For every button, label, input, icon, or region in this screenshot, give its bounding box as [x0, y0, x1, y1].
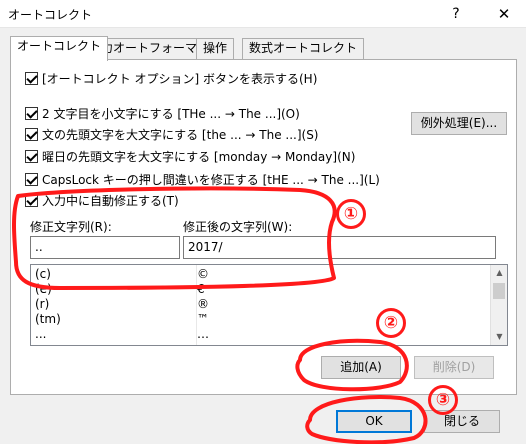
list-item[interactable]: (c) ©	[31, 267, 491, 282]
option-capitalize-days[interactable]: 曜日の先頭文字を大文字にする [monday → Monday](N)	[25, 147, 355, 165]
entry-from: (r)	[35, 297, 50, 311]
option-show-buttons[interactable]: [オートコレクト オプション] ボタンを表示する(H)	[25, 69, 317, 87]
ok-button[interactable]: OK	[336, 410, 412, 433]
option-capitalize-sentence[interactable]: 文の先頭文字を大文字にする [the ... → The ...](S)	[25, 125, 319, 143]
scroll-thumb[interactable]	[493, 283, 505, 299]
annotation-step-3: ③	[428, 385, 458, 415]
exceptions-button[interactable]: 例外処理(E)...	[411, 112, 507, 135]
tab-autocorrect[interactable]: オートコレクト	[10, 36, 109, 61]
checkbox[interactable]	[25, 149, 38, 163]
option-capslock-fix[interactable]: CapsLock キーの押し間違いを修正する [tHE ... → The ..…	[25, 170, 380, 188]
replace-input[interactable]: ..	[30, 236, 180, 259]
option-label: 2 文字目を小文字にする [THe ... → The ...](O)	[42, 106, 300, 121]
entry-to: ™	[197, 312, 209, 326]
entry-to: €	[197, 282, 205, 296]
tab-math-autocorrect[interactable]: 数式オートコレクト	[242, 38, 365, 59]
checkbox[interactable]	[25, 71, 38, 85]
option-replace-while-typing[interactable]: 入力中に自動修正する(T)	[25, 191, 179, 209]
entry-from: (tm)	[35, 312, 61, 326]
entry-from: (c)	[35, 267, 51, 281]
close-window-button[interactable]: ✕	[490, 4, 518, 24]
entry-to: ®	[197, 297, 209, 311]
scroll-up-icon[interactable]: ▲	[491, 265, 507, 281]
option-label: 文の先頭文字を大文字にする [the ... → The ...](S)	[42, 127, 319, 142]
checkbox[interactable]	[25, 106, 38, 120]
list-item[interactable]: ... …	[31, 327, 491, 342]
add-button[interactable]: 追加(A)	[321, 356, 401, 379]
annotation-step-2: ②	[376, 308, 406, 338]
list-item[interactable]: (r) ®	[31, 297, 491, 312]
list-scrollbar[interactable]: ▲ ▼	[490, 265, 507, 345]
replace-label: 修正文字列(R):	[30, 220, 112, 234]
option-label: 曜日の先頭文字を大文字にする [monday → Monday](N)	[42, 149, 356, 164]
option-label: CapsLock キーの押し間違いを修正する [tHE ... → The ..…	[42, 172, 380, 187]
entry-from: ...	[35, 327, 47, 341]
with-label: 修正後の文字列(W):	[183, 220, 293, 234]
option-label: [オートコレクト オプション] ボタンを表示する(H)	[42, 71, 318, 86]
autocorrect-entries-list[interactable]: (c) © (e) € (r) ® (tm) ™ ... … ▲ ▼	[30, 264, 508, 346]
option-label: 入力中に自動修正する(T)	[42, 193, 179, 208]
option-two-initial-caps[interactable]: 2 文字目を小文字にする [THe ... → The ...](O)	[25, 104, 300, 122]
checkbox[interactable]	[25, 172, 38, 186]
help-button[interactable]: ?	[442, 4, 470, 24]
with-input[interactable]: 2017/	[183, 236, 496, 259]
entry-to: ©	[197, 267, 209, 281]
scroll-down-icon[interactable]: ▼	[491, 329, 507, 345]
entry-from: (e)	[35, 282, 52, 296]
checkbox[interactable]	[25, 193, 38, 207]
column-divider	[196, 265, 197, 345]
window-title: オートコレクト	[8, 8, 93, 22]
autocorrect-panel: [オートコレクト オプション] ボタンを表示する(H) 2 文字目を小文字にする…	[10, 59, 517, 395]
title-bar: オートコレクト ? ✕	[0, 0, 526, 28]
list-item[interactable]: (e) €	[31, 282, 491, 297]
tab-actions[interactable]: 操作	[196, 38, 235, 59]
list-item[interactable]: (tm) ™	[31, 312, 491, 327]
checkbox[interactable]	[25, 127, 38, 141]
annotation-step-1: ①	[336, 199, 366, 229]
delete-button[interactable]: 削除(D)	[414, 356, 494, 379]
entry-to: …	[197, 327, 209, 341]
